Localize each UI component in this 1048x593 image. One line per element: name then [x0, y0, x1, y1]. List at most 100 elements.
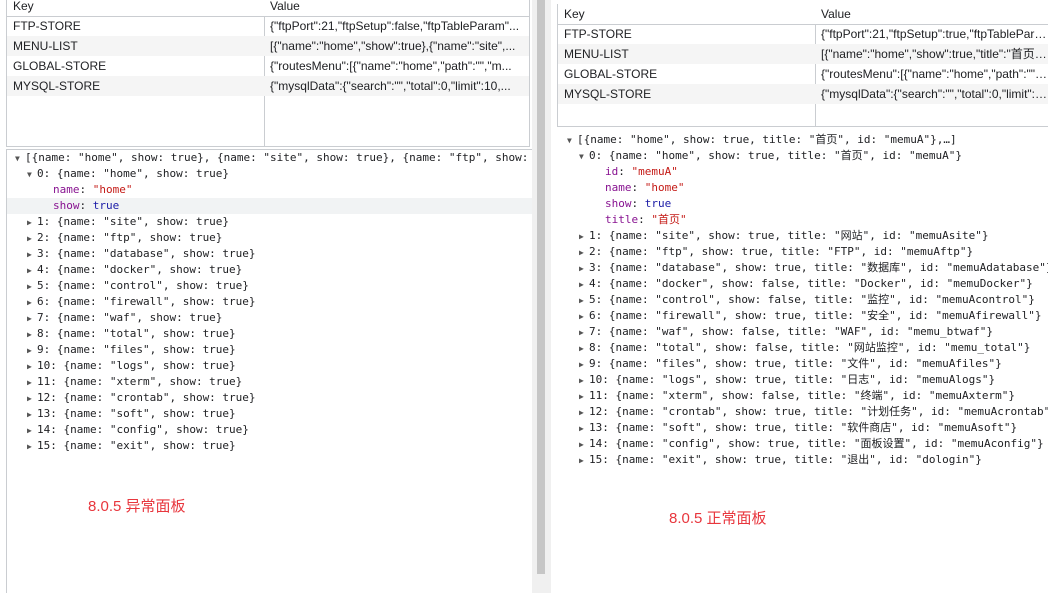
caret-right-icon[interactable]: ▶ — [579, 453, 589, 468]
caret-right-icon[interactable]: ▶ — [27, 247, 37, 262]
caret-down-icon[interactable]: ▼ — [579, 149, 589, 164]
tree-item[interactable]: ▶ 15: {name: "exit", show: true} — [7, 438, 532, 454]
tree-item[interactable]: ▶ 9: {name: "files", show: true, title: "… — [557, 356, 1048, 372]
tree-item[interactable]: ▶ 14: {name: "config", show: true} — [7, 422, 532, 438]
caret-right-icon[interactable]: ▶ — [579, 245, 589, 260]
caret-right-icon[interactable]: ▶ — [27, 407, 37, 422]
caret-right-icon[interactable]: ▶ — [579, 437, 589, 452]
tree-item[interactable]: ▶ 11: {name: "xterm", show: false, title:… — [557, 388, 1048, 404]
caret-right-icon[interactable]: ▶ — [579, 277, 589, 292]
caret-right-icon[interactable]: ▶ — [27, 311, 37, 326]
caret-right-icon[interactable]: ▶ — [27, 343, 37, 358]
tree-item[interactable]: ▶ 12: {name: "crontab", show: true, title… — [557, 404, 1048, 420]
tree-item-label: 6: {name: "firewall", show: true} — [37, 295, 256, 308]
tree-item[interactable]: ▶ 10: {name: "logs", show: true} — [7, 358, 532, 374]
tree-item[interactable]: ▶ 3: {name: "database", show: true, title… — [557, 260, 1048, 276]
tree-item[interactable]: ▶ 13: {name: "soft", show: true, title: "… — [557, 420, 1048, 436]
tree-item-label: 13: {name: "soft", show: true, title: "软… — [589, 421, 1018, 434]
tree-item[interactable]: ▶ 9: {name: "files", show: true} — [7, 342, 532, 358]
caret-right-icon[interactable]: ▶ — [579, 421, 589, 436]
caret-right-icon[interactable]: ▶ — [27, 327, 37, 342]
tree-item[interactable]: ▶ 10: {name: "logs", show: true, title: "… — [557, 372, 1048, 388]
tree-item[interactable]: ▶ 4: {name: "docker", show: true} — [7, 262, 532, 278]
caret-right-icon[interactable]: ▶ — [579, 229, 589, 244]
tree-item[interactable]: ▶ 2: {name: "ftp", show: true} — [7, 230, 532, 246]
tree-item-label: 12: {name: "crontab", show: true, title:… — [589, 405, 1048, 418]
caret-right-icon[interactable]: ▶ — [27, 295, 37, 310]
tree-property: name: "home" — [605, 181, 685, 194]
tree-item[interactable]: ▶ 3: {name: "database", show: true} — [7, 246, 532, 262]
caret-right-icon[interactable]: ▶ — [27, 231, 37, 246]
row-value: {"mysqlData":{"search":"","total":0,"lim… — [821, 87, 1048, 101]
table-row[interactable]: GLOBAL-STORE {"routesMenu":[{"name":"hom… — [558, 64, 1048, 84]
key-column-header[interactable]: Key — [564, 4, 809, 24]
tree-item-expanded[interactable]: ▼ 0: {name: "home", show: true, title: "首… — [557, 148, 1048, 164]
tree-item[interactable]: ▶ 5: {name: "control", show: false, title… — [557, 292, 1048, 308]
table-row[interactable]: MENU-LIST [{"name":"home","show":true},{… — [7, 36, 529, 56]
row-key: MYSQL-STORE — [564, 87, 652, 101]
caret-right-icon[interactable]: ▶ — [579, 389, 589, 404]
tree-item[interactable]: ▶ 14: {name: "config", show: true, title:… — [557, 436, 1048, 452]
caret-right-icon[interactable]: ▶ — [27, 375, 37, 390]
row-value: [{"name":"home","show":true,"title":"首页"… — [821, 47, 1048, 61]
table-row[interactable]: FTP-STORE {"ftpPort":21,"ftpSetup":true,… — [558, 24, 1048, 44]
storage-table: Key Value FTP-STORE {"ftpPort":21,"ftpSe… — [6, 0, 530, 147]
property-value: "首页" — [651, 213, 687, 226]
tree-item-label: 9: {name: "files", show: true, title: "文… — [589, 357, 1002, 370]
row-value: {"ftpPort":21,"ftpSetup":true,"ftpTableP… — [821, 27, 1048, 41]
caret-right-icon[interactable]: ▶ — [27, 263, 37, 278]
tree-item[interactable]: ▶ 7: {name: "waf", show: true} — [7, 310, 532, 326]
caret-right-icon[interactable]: ▶ — [579, 293, 589, 308]
vertical-scrollbar[interactable] — [537, 0, 545, 574]
caret-right-icon[interactable]: ▶ — [579, 357, 589, 372]
caret-right-icon[interactable]: ▶ — [579, 405, 589, 420]
property-key: title — [605, 213, 639, 226]
tree-item[interactable]: ▶ 5: {name: "control", show: true} — [7, 278, 532, 294]
value-column-header[interactable]: Value — [270, 0, 523, 16]
caret-down-icon[interactable]: ▼ — [27, 167, 37, 182]
key-column-header[interactable]: Key — [13, 0, 258, 16]
tree-item-expanded[interactable]: ▼ 0: {name: "home", show: true} — [7, 166, 532, 182]
caret-right-icon[interactable]: ▶ — [579, 261, 589, 276]
tree-item-label: 2: {name: "ftp", show: true, title: "FTP… — [589, 245, 974, 258]
caret-right-icon[interactable]: ▶ — [27, 359, 37, 374]
caret-right-icon[interactable]: ▶ — [579, 325, 589, 340]
table-row[interactable]: MYSQL-STORE {"mysqlData":{"search":"","t… — [7, 76, 529, 96]
tree-item[interactable]: ▶ 6: {name: "firewall", show: true} — [7, 294, 532, 310]
tree-item[interactable]: ▶ 11: {name: "xterm", show: true} — [7, 374, 532, 390]
table-row[interactable]: MYSQL-STORE {"mysqlData":{"search":"","t… — [558, 84, 1048, 104]
tree-item[interactable]: ▶ 13: {name: "soft", show: true} — [7, 406, 532, 422]
tree-item[interactable]: ▶ 8: {name: "total", show: true} — [7, 326, 532, 342]
caret-right-icon[interactable]: ▶ — [579, 373, 589, 388]
row-key: FTP-STORE — [13, 19, 81, 33]
tree-item[interactable]: ▶ 8: {name: "total", show: false, title: … — [557, 340, 1048, 356]
caret-right-icon[interactable]: ▶ — [579, 341, 589, 356]
tree-item-label: 15: {name: "exit", show: true} — [37, 439, 236, 452]
caret-right-icon[interactable]: ▶ — [27, 391, 37, 406]
tree-item[interactable]: ▶ 15: {name: "exit", show: true, title: "… — [557, 452, 1048, 468]
caret-right-icon[interactable]: ▶ — [579, 309, 589, 324]
caret-right-icon[interactable]: ▶ — [27, 423, 37, 438]
tree-item[interactable]: ▶ 1: {name: "site", show: true, title: "网… — [557, 228, 1048, 244]
table-row[interactable]: MENU-LIST [{"name":"home","show":true,"t… — [558, 44, 1048, 64]
tree-item[interactable]: ▶ 2: {name: "ftp", show: true, title: "FT… — [557, 244, 1048, 260]
table-row[interactable]: FTP-STORE {"ftpPort":21,"ftpSetup":false… — [7, 16, 529, 36]
value-column-header[interactable]: Value — [821, 4, 1048, 24]
caret-down-icon[interactable]: ▼ — [15, 151, 25, 166]
tree-item[interactable]: ▶ 6: {name: "firewall", show: true, title… — [557, 308, 1048, 324]
storage-table: Key Value FTP-STORE {"ftpPort":21,"ftpSe… — [557, 4, 1048, 127]
tree-item[interactable]: ▶ 12: {name: "crontab", show: true} — [7, 390, 532, 406]
tree-item[interactable]: ▶ 4: {name: "docker", show: false, title:… — [557, 276, 1048, 292]
caret-right-icon[interactable]: ▶ — [27, 279, 37, 294]
row-key: GLOBAL-STORE — [13, 59, 107, 73]
caret-right-icon[interactable]: ▶ — [27, 215, 37, 230]
tree-root[interactable]: ▼ [{name: "home", show: true}, {name: "si… — [7, 150, 532, 166]
property-value: "home" — [92, 183, 133, 196]
row-value: {"routesMenu":[{"name":"home","path":"",… — [821, 67, 1048, 81]
tree-item[interactable]: ▶ 1: {name: "site", show: true} — [7, 214, 532, 230]
caret-right-icon[interactable]: ▶ — [27, 439, 37, 454]
table-row[interactable]: GLOBAL-STORE {"routesMenu":[{"name":"hom… — [7, 56, 529, 76]
caret-down-icon[interactable]: ▼ — [567, 133, 577, 148]
tree-root[interactable]: ▼ [{name: "home", show: true, title: "首页"… — [557, 132, 1048, 148]
tree-item[interactable]: ▶ 7: {name: "waf", show: false, title: "W… — [557, 324, 1048, 340]
